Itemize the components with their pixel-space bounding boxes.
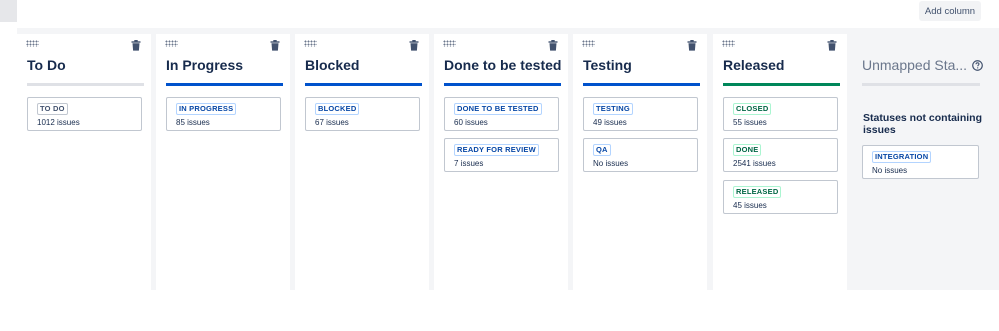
column-title[interactable]: Done to be tested <box>444 57 561 73</box>
status-lozenge: DONE TO BE TESTED <box>454 103 542 115</box>
issue-count: No issues <box>872 166 908 175</box>
column-to-do[interactable]: To Do TO DO 1012 issues <box>17 34 151 290</box>
issue-count: 49 issues <box>593 118 627 127</box>
status-card[interactable]: IN PROGRESS 85 issues <box>166 97 281 131</box>
issue-count: No issues <box>593 159 629 168</box>
column-title[interactable]: Testing <box>583 57 632 73</box>
status-lozenge: RELEASED <box>733 186 782 198</box>
status-card[interactable]: READY FOR REVIEW 7 issues <box>444 138 559 172</box>
status-lozenge: TESTING <box>593 103 633 115</box>
status-card[interactable]: BLOCKED 67 issues <box>305 97 420 131</box>
status-card[interactable]: QA No issues <box>583 138 698 172</box>
status-card[interactable]: DONE 2541 issues <box>723 138 838 172</box>
trash-icon[interactable] <box>687 40 697 51</box>
status-card[interactable]: TO DO 1012 issues <box>27 97 142 131</box>
issue-count: 7 issues <box>454 159 484 168</box>
column-status-bar <box>166 83 283 86</box>
column-title[interactable]: To Do <box>27 57 66 73</box>
status-card[interactable]: CLOSED 55 issues <box>723 97 838 131</box>
column-testing[interactable]: Testing TESTING 49 issues QA No issues <box>573 34 707 290</box>
column-blocked[interactable]: Blocked BLOCKED 67 issues <box>295 34 429 290</box>
column-unmapped-statuses: Unmapped Sta... Statuses not containing … <box>852 34 995 290</box>
column-title: Unmapped Sta... <box>862 57 968 73</box>
issue-count: 67 issues <box>315 118 349 127</box>
status-card[interactable]: DONE TO BE TESTED 60 issues <box>444 97 559 131</box>
column-released[interactable]: Released CLOSED 55 issues DONE 2541 issu… <box>713 34 847 290</box>
trash-icon[interactable] <box>548 40 558 51</box>
status-card[interactable]: TESTING 49 issues <box>583 97 698 131</box>
drag-handle-icon[interactable] <box>165 40 178 47</box>
add-column-button[interactable]: Add column <box>919 1 981 21</box>
drag-handle-icon[interactable] <box>26 40 39 47</box>
trash-icon[interactable] <box>409 40 419 51</box>
unmapped-note: Statuses not containing issues <box>863 112 983 136</box>
column-title[interactable]: Released <box>723 57 784 73</box>
drag-handle-icon[interactable] <box>304 40 317 47</box>
issue-count: 1012 issues <box>37 118 80 127</box>
drag-handle-icon[interactable] <box>722 40 735 47</box>
status-lozenge: INTEGRATION <box>872 151 932 163</box>
issue-count: 2541 issues <box>733 159 776 168</box>
trash-icon[interactable] <box>827 40 837 51</box>
issue-count: 85 issues <box>176 118 210 127</box>
status-lozenge: READY FOR REVIEW <box>454 144 539 156</box>
column-title[interactable]: In Progress <box>166 57 243 73</box>
drag-handle-icon[interactable] <box>582 40 595 47</box>
column-status-bar <box>27 83 144 86</box>
sidebar-toggle[interactable] <box>0 0 17 22</box>
status-lozenge: TO DO <box>37 103 68 115</box>
status-card[interactable]: INTEGRATION No issues <box>862 145 979 179</box>
issue-count: 60 issues <box>454 118 488 127</box>
issue-count: 55 issues <box>733 118 767 127</box>
column-status-bar <box>723 83 840 86</box>
column-status-bar <box>583 83 700 86</box>
status-lozenge: IN PROGRESS <box>176 103 237 115</box>
column-done-to-be-tested[interactable]: Done to be tested DONE TO BE TESTED 60 i… <box>434 34 568 290</box>
status-lozenge: DONE <box>733 144 762 156</box>
status-lozenge: CLOSED <box>733 103 772 115</box>
column-title[interactable]: Blocked <box>305 57 359 73</box>
trash-icon[interactable] <box>131 40 141 51</box>
column-status-bar <box>862 83 980 86</box>
column-status-bar <box>444 83 561 86</box>
issue-count: 45 issues <box>733 201 767 210</box>
status-card[interactable]: RELEASED 45 issues <box>723 180 838 214</box>
trash-icon[interactable] <box>270 40 280 51</box>
board-toolbar: Add column <box>0 0 999 28</box>
status-lozenge: QA <box>593 144 611 156</box>
help-icon[interactable] <box>972 60 983 71</box>
column-in-progress[interactable]: In Progress IN PROGRESS 85 issues <box>156 34 290 290</box>
column-status-bar <box>305 83 422 86</box>
drag-handle-icon[interactable] <box>443 40 456 47</box>
status-lozenge: BLOCKED <box>315 103 360 115</box>
